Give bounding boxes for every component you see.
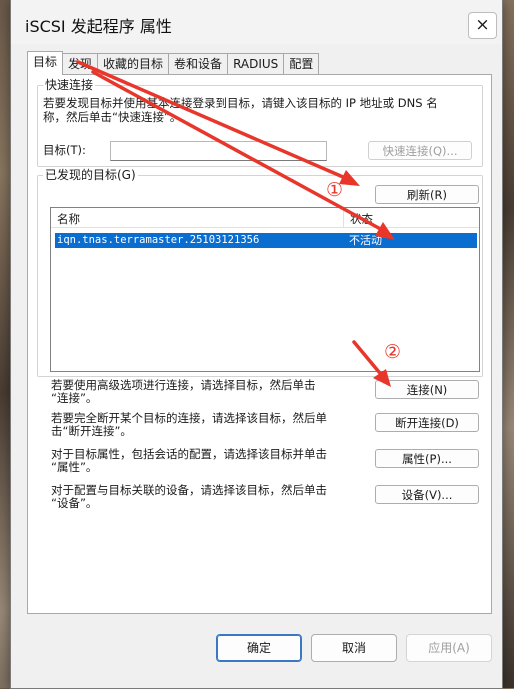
ok-button[interactable]: 确定 [216, 634, 302, 662]
tab-discovery[interactable]: 发现 [62, 53, 99, 74]
disconnect-description-1: 若要完全断开某个目标的连接，请选择该目标，然后单 [51, 411, 327, 425]
quick-connect-description-2: 称，然后单击“快速连接”。 [43, 110, 182, 124]
tab-radius[interactable]: RADIUS [227, 53, 285, 74]
tab-targets[interactable]: 目标 [27, 51, 64, 75]
close-button[interactable]: × [468, 12, 497, 39]
iscsi-properties-window: iSCSI 发起程序 属性 × 目标 发现 收藏的目标 卷和设备 RADIUS … [10, 0, 503, 689]
apply-button[interactable]: 应用(A) [406, 634, 492, 662]
close-icon: × [475, 15, 490, 35]
properties-button[interactable]: 属性(P)... [375, 449, 479, 468]
step-2-marker: ② [384, 341, 402, 363]
column-divider[interactable] [343, 208, 344, 227]
disconnect-button[interactable]: 断开连接(D) [375, 413, 479, 432]
devices-description-2: “设备”。 [51, 496, 98, 510]
target-input[interactable] [110, 141, 327, 161]
step-1-marker: ① [326, 179, 344, 201]
connect-description-1: 若要使用高级选项进行连接，请选择目标，然后单击 [51, 378, 316, 392]
devices-description-1: 对于配置与目标关联的设备，请选择该目标，然后单击 [51, 483, 327, 497]
tab-strip: 目标 发现 收藏的目标 卷和设备 RADIUS 配置 [27, 51, 320, 75]
devices-button[interactable]: 设备(V)... [375, 485, 479, 504]
disconnect-description-2: 击“断开连接”。 [51, 424, 132, 438]
refresh-button[interactable]: 刷新(R) [375, 185, 479, 204]
discovered-targets-list[interactable]: 名称 状态 iqn.tnas.terramaster.25103121356 不… [50, 207, 480, 372]
column-header-status[interactable]: 状态 [350, 211, 373, 227]
table-row[interactable]: iqn.tnas.terramaster.25103121356 不活动 [55, 233, 477, 248]
properties-description-2: “属性”。 [51, 460, 98, 474]
tab-configuration[interactable]: 配置 [283, 53, 320, 74]
quick-connect-label: 快速连接 [43, 78, 96, 92]
targets-panel: 快速连接 若要发现目标并使用基本连接登录到目标，请键入该目标的 IP 地址或 D… [27, 74, 492, 614]
quick-connect-description-1: 若要发现目标并使用基本连接登录到目标，请键入该目标的 IP 地址或 DNS 名 [43, 96, 438, 110]
cancel-button[interactable]: 取消 [311, 634, 397, 662]
title-bar: iSCSI 发起程序 属性 × [11, 0, 502, 44]
list-header: 名称 状态 [51, 208, 479, 228]
connect-description-2: “连接”。 [51, 391, 98, 405]
discovered-targets-label: 已发现的目标(G) [43, 168, 138, 182]
quick-connect-button[interactable]: 快速连接(Q)... [368, 141, 472, 160]
target-status-cell: 不活动 [349, 234, 382, 247]
target-label: 目标(T): [43, 143, 86, 157]
window-title: iSCSI 发起程序 属性 [25, 17, 172, 36]
target-name-cell: iqn.tnas.terramaster.25103121356 [57, 234, 260, 246]
column-header-name[interactable]: 名称 [57, 211, 80, 227]
connect-button[interactable]: 连接(N) [375, 380, 479, 399]
tab-favorite-targets[interactable]: 收藏的目标 [97, 53, 170, 74]
tab-volumes-devices[interactable]: 卷和设备 [168, 53, 229, 74]
quick-connect-group: 快速连接 若要发现目标并使用基本连接登录到目标，请键入该目标的 IP 地址或 D… [37, 78, 483, 167]
properties-description-1: 对于目标属性，包括会话的配置，请选择该目标并单击 [51, 447, 327, 461]
